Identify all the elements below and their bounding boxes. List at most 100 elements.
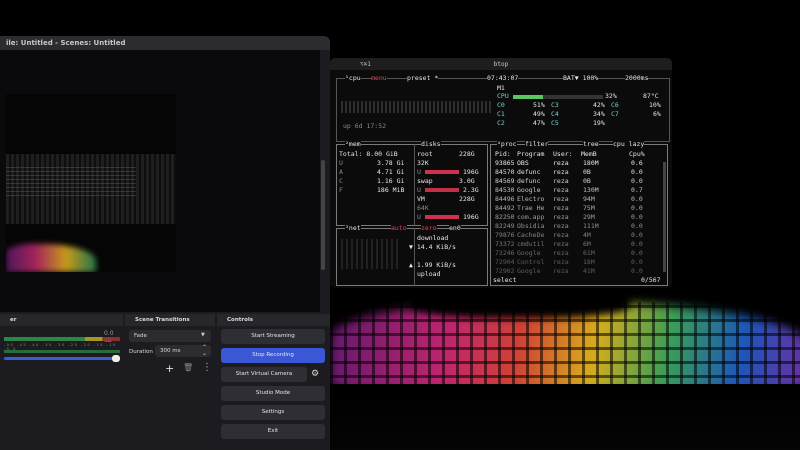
proc-cell-pid: 72902 [495,267,515,275]
proc-cell-pid: 84492 [495,204,515,212]
obs-window: ile: Untitled - Scenes: Untitled er 0.0 … [0,36,330,450]
controls-dock-title: Controls [217,314,330,326]
proc-cell-cpu: 0.0 [631,240,643,248]
proc-filter-button[interactable]: filter [525,140,549,148]
core-pct: 10% [649,101,661,109]
proc-cell-user: reza [553,213,569,221]
disk-swap-bar [425,188,459,192]
proc-header-mem[interactable]: MemB [581,150,597,158]
proc-cell-cpu: 0.6 [631,159,643,167]
controls-dock: Controls Start Streaming Stop Recording … [217,314,330,450]
proc-row[interactable]: 82249 Obsidia reza 111M 0.0 [491,222,661,231]
proc-cell-cpu: 0.0 [631,213,643,221]
proc-sort-button[interactable]: cpu lazy [613,140,645,148]
stop-recording-button[interactable]: Stop Recording [221,348,325,363]
proc-cell-cpu: 0.0 [631,168,643,176]
core-pct: 47% [533,119,545,127]
trash-icon[interactable]: 🗑 [183,363,193,372]
proc-cell-pid: 79876 [495,231,515,239]
studio-mode-button[interactable]: Studio Mode [221,386,325,401]
proc-row[interactable]: 82250 com.app reza 29M 0.0 [491,213,661,222]
menu-button[interactable]: menu [371,74,387,82]
core-label: C1 [497,110,505,118]
transition-select[interactable]: Fade [129,330,211,342]
proc-tree-button[interactable]: tree [583,140,599,148]
mem-available: 4.71 Gi [377,168,405,176]
mem-used: 3.78 Gi [377,159,405,167]
cpu-history-graph [341,101,491,113]
proc-row[interactable]: 84492 Trae He reza 75M 0.0 [491,204,661,213]
stepper-icon[interactable]: ⌃ ⌄ [202,345,207,357]
proc-cell-mem: 130M [583,186,599,194]
core-pct: 49% [533,110,545,118]
proc-header-user[interactable]: User: [553,150,573,158]
proc-header-program[interactable]: Program [517,150,544,158]
volume-slider[interactable] [4,357,116,360]
proc-cell-mem: 0B [583,168,591,176]
proc-cell-mem: 111M [583,222,599,230]
clock: 07:43:07 [487,74,519,82]
proc-cell-program: Trae He [517,204,545,212]
cpu-model: M1 [497,84,505,92]
obs-title-bar: ile: Untitled - Scenes: Untitled [0,36,330,50]
proc-cell-cpu: 0.0 [631,177,643,185]
preset-button[interactable]: preset * [407,74,439,82]
core-pct: 51% [533,101,545,109]
add-transition-icon[interactable]: + [165,362,174,375]
net-zero-button[interactable]: zero [421,224,437,232]
cpu-total-bar-bg [543,95,603,99]
net-auto-button[interactable]: auto [391,224,407,232]
net-download-label: download [417,234,449,242]
proc-cell-program: OBS [517,159,529,167]
cpu-total-bar [513,95,543,99]
preview-terminal-lines [6,166,136,196]
net-upload-label: upload [417,270,441,278]
cpu-temp: 87°C [643,92,659,100]
proc-row[interactable]: 84569 defunc reza 0B 0.0 [491,177,661,186]
proc-row[interactable]: 79876 CacheDe reza 4M 0.0 [491,231,661,240]
proc-cell-program: Electro [517,195,545,203]
obs-preview-canvas[interactable] [6,94,176,272]
settings-button[interactable]: Settings [221,405,325,420]
net-interface[interactable]: en0 [449,224,461,232]
proc-row[interactable]: 84570 defunc reza 0B 0.0 [491,168,661,177]
proc-row[interactable]: 84530 Google reza 130M 0.7 [491,186,661,195]
uptime: up 6d 17:52 [343,122,387,130]
proc-cell-pid: 93865 [495,159,515,167]
proc-cell-program: Google [517,249,541,257]
more-options-icon[interactable]: ⋮ [202,362,212,373]
proc-scrollbar[interactable] [663,162,666,272]
start-virtual-camera-button[interactable]: Start Virtual Camera [221,367,307,382]
core-pct: 42% [593,101,605,109]
proc-cell-user: reza [553,258,569,266]
proc-row[interactable]: 73372 cmdutil reza 6M 0.0 [491,240,661,249]
proc-row[interactable]: 84496 Electro reza 94M 0.0 [491,195,661,204]
proc-row[interactable]: 72904 Control reza 18M 0.0 [491,258,661,267]
disk-root-size: 228G [459,150,475,158]
proc-header-pid[interactable]: Pid: [495,150,511,158]
disk-swap-used: 2.3G [463,186,479,194]
preview-scrollbar[interactable] [321,160,325,270]
proc-cell-program: com.app [517,213,545,221]
volume-slider-handle[interactable] [112,355,120,362]
proc-cell-cpu: 0.0 [631,267,643,275]
proc-cell-program: Obsidia [517,222,545,230]
proc-row[interactable]: 93865 OBS reza 180M 0.6 [491,159,661,168]
proc-cell-user: reza [553,249,569,257]
disks-panel-title: disks [421,140,441,148]
proc-header-cpu[interactable]: Cpu% [629,150,645,158]
update-interval[interactable]: 2000ms [625,74,649,82]
proc-cell-pid: 82250 [495,213,515,221]
proc-row[interactable]: 73246 Google reza 61M 0.0 [491,249,661,258]
proc-row[interactable]: 72902 Google reza 41M 0.0 [491,267,661,276]
gear-icon[interactable]: ⚙ [311,369,319,379]
core-label: C3 [551,101,559,109]
disk-vm-bar [425,215,459,219]
exit-button[interactable]: Exit [221,424,325,439]
proc-cell-program: Control [517,258,545,266]
proc-cell-program: Google [517,267,541,275]
proc-cell-pid: 84530 [495,186,515,194]
start-streaming-button[interactable]: Start Streaming [221,329,325,344]
proc-cell-program: defunc [517,177,541,185]
proc-cell-user: reza [553,267,569,275]
